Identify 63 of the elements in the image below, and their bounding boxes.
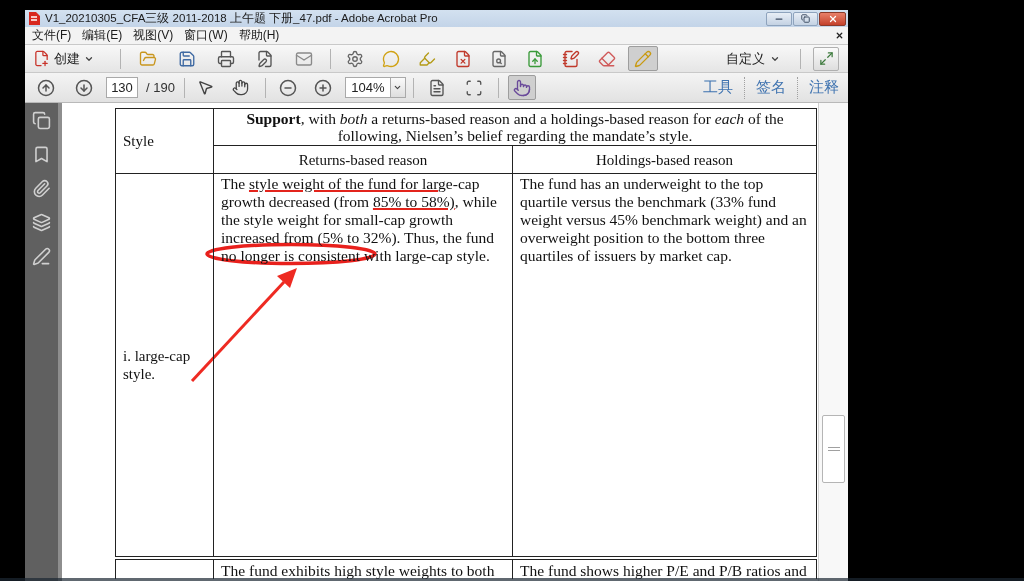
restore-icon <box>801 14 810 23</box>
settings-icon <box>346 49 364 68</box>
zoom-field[interactable]: 104% <box>344 77 391 98</box>
page-count: / 190 <box>146 78 175 97</box>
arrow-down-icon <box>75 78 93 97</box>
minus-icon <box>278 78 297 97</box>
column-header: Returns-based reason <box>298 151 428 168</box>
plus-icon <box>313 78 332 97</box>
layers-icon[interactable] <box>32 213 51 232</box>
expand-icon <box>818 51 834 66</box>
pointing-hand-icon <box>512 78 531 97</box>
cursor-icon <box>197 79 215 96</box>
pencil-icon <box>634 49 652 68</box>
caret-icon <box>393 83 403 92</box>
print-icon <box>217 49 235 68</box>
eraser-icon <box>598 49 616 68</box>
pages-icon[interactable] <box>32 111 51 130</box>
cell-text: The fund has an underweight to the top quartile versus the benchmark (33% fund weight versus 45% benchmark weight) and an overweight position to the bottom three quartiles of issuers by market cap. <box>520 175 808 265</box>
document-search-icon <box>490 49 508 68</box>
pane-button[interactable]: 注释 <box>809 76 839 99</box>
customize-button[interactable]: 自定义 <box>726 48 780 69</box>
restore-button[interactable] <box>793 11 818 26</box>
pen-icon[interactable] <box>32 247 51 266</box>
document-icon <box>28 12 40 25</box>
document-arrow-icon <box>526 49 544 68</box>
close-icon[interactable] <box>835 31 844 40</box>
pointing-hand-button[interactable] <box>507 75 536 100</box>
row-label: i. large-cap style. <box>123 347 192 383</box>
mail-icon <box>295 49 313 68</box>
window-title: V1_20210305_CFA三级 2011-2018 上午题 下册_47.pdf - Adobe Acrobat Pro <box>45 10 438 26</box>
minimize-button[interactable] <box>766 11 792 26</box>
scrollbar-thumb[interactable] <box>822 415 845 483</box>
pane-button[interactable]: 签名 <box>756 76 786 99</box>
column-header: Holdings-based reason <box>595 151 734 168</box>
save-icon <box>178 49 196 68</box>
page-number-field[interactable]: 130 <box>106 77 138 98</box>
support-header: Support, with both a returns-based reason and a holdings-based reason for each of the following, Nielsen’s belief regarding the mandate’s style. <box>245 110 785 144</box>
close-button[interactable] <box>819 11 846 26</box>
pane-button[interactable]: 工具 <box>703 76 733 99</box>
cell-text: The fund shows higher P/E and P/B ratios and <box>520 562 808 579</box>
notebook-pen-icon <box>562 49 580 68</box>
expand-button[interactable] <box>813 46 839 71</box>
paperclip-icon[interactable] <box>32 179 51 198</box>
folder-icon <box>139 49 157 68</box>
document-icon <box>427 78 446 97</box>
document-x-icon <box>454 49 472 68</box>
hand-icon <box>232 79 250 96</box>
cell-text: The fund exhibits high style weights to both <box>221 562 496 579</box>
menu-item[interactable]: 编辑(E) <box>82 28 123 43</box>
create-button[interactable]: 创建 <box>31 46 96 71</box>
menu-item[interactable]: 视图(V) <box>133 28 174 43</box>
arrow-up-icon <box>37 78 55 97</box>
document-plus-icon <box>33 50 50 67</box>
document-pen-icon <box>256 49 274 68</box>
highlighter-icon <box>418 49 436 68</box>
style-header: Style <box>123 133 154 149</box>
menu-item[interactable]: 帮助(H) <box>238 28 280 43</box>
bookmark-icon[interactable] <box>32 145 51 164</box>
menu-item[interactable]: 窗口(W) <box>184 28 228 43</box>
speech-bubble-icon <box>382 49 400 68</box>
menu-item[interactable]: 文件(F) <box>32 28 72 43</box>
close-icon <box>827 13 838 24</box>
frame-icon <box>464 78 483 97</box>
